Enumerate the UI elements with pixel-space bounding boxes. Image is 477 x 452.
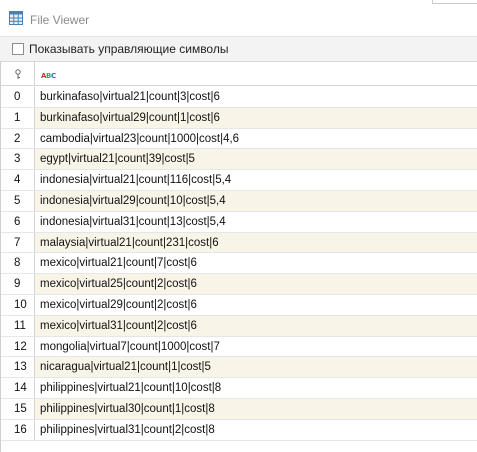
- row-value-cell[interactable]: mexico|virtual29|count|2|cost|6: [40, 295, 197, 315]
- table-row[interactable]: 10 mexico|virtual29|count|2|cost|6: [1, 294, 477, 316]
- row-value-cell[interactable]: cambodia|virtual23|count|1000|cost|4,6: [40, 129, 239, 149]
- key-icon: [15, 69, 21, 79]
- row-index-cell: 0: [1, 87, 35, 107]
- show-control-chars-label[interactable]: Показывать управляющие символы: [29, 42, 228, 56]
- row-value-cell[interactable]: malaysia|virtual21|count|231|cost|6: [40, 233, 219, 253]
- svg-text:C: C: [51, 72, 56, 79]
- row-index-cell: 6: [1, 211, 35, 232]
- row-index-cell: 3: [1, 149, 35, 170]
- row-value-cell[interactable]: philippines|virtual31|count|2|cost|8: [40, 420, 215, 440]
- table-row[interactable]: 3 egypt|virtual21|count|39|cost|5: [1, 149, 477, 171]
- table-row[interactable]: 11 mexico|virtual31|count|2|cost|6: [1, 315, 477, 337]
- table-row[interactable]: 8 mexico|virtual21|count|7|cost|6: [1, 253, 477, 275]
- row-index-cell: 12: [1, 336, 35, 357]
- table-row[interactable]: 5 indonesia|virtual29|count|10|cost|5,4: [1, 190, 477, 212]
- row-value-cell[interactable]: philippines|virtual21|count|10|cost|8: [40, 378, 221, 398]
- row-value-cell[interactable]: nicaragua|virtual21|count|1|cost|5: [40, 357, 211, 377]
- row-index-cell: 1: [1, 107, 35, 128]
- row-index-cell: 8: [1, 253, 35, 274]
- row-index-cell: 11: [1, 315, 35, 336]
- options-bar: Показывать управляющие символы: [0, 37, 477, 62]
- row-index-cell: 10: [1, 294, 35, 315]
- row-index-cell: 2: [1, 128, 35, 149]
- row-value-cell[interactable]: mongolia|virtual7|count|1000|cost|7: [40, 337, 220, 357]
- row-index-cell: 13: [1, 357, 35, 378]
- table-row[interactable]: 16 philippines|virtual31|count|2|cost|8: [1, 419, 477, 441]
- window-corner-divider: [432, 0, 477, 4]
- column-header-index[interactable]: [1, 62, 35, 86]
- table-row[interactable]: 13 nicaragua|virtual21|count|1|cost|5: [1, 357, 477, 379]
- row-index-cell: 15: [1, 398, 35, 419]
- row-value-cell[interactable]: indonesia|virtual31|count|13|cost|5,4: [40, 212, 226, 232]
- row-value-cell[interactable]: egypt|virtual21|count|39|cost|5: [40, 149, 195, 169]
- table-row[interactable]: 7 malaysia|virtual21|count|231|cost|6: [1, 232, 477, 254]
- table-row[interactable]: 9 mexico|virtual25|count|2|cost|6: [1, 274, 477, 295]
- show-control-chars-checkbox[interactable]: [12, 43, 24, 55]
- table-row[interactable]: 6 indonesia|virtual31|count|13|cost|5,4: [1, 211, 477, 233]
- table-row[interactable]: 14 philippines|virtual21|count|10|cost|8: [1, 378, 477, 399]
- window-title: File Viewer: [30, 13, 90, 27]
- row-value-cell[interactable]: burkinafaso|virtual29|count|1|cost|6: [40, 108, 220, 128]
- grid-rows: 0 burkinafaso|virtual21|count|3|cost|6 1 bu…: [1, 87, 477, 441]
- row-value-cell[interactable]: indonesia|virtual21|count|116|cost|5,4: [40, 170, 231, 190]
- row-value-cell[interactable]: indonesia|virtual29|count|10|cost|5,4: [40, 191, 226, 211]
- file-data-grid[interactable]: A B C 0 burkinafaso|virtual21|count|3|cos…: [0, 62, 477, 452]
- row-value-cell[interactable]: mexico|virtual31|count|2|cost|6: [40, 316, 197, 336]
- grid-icon: [8, 10, 24, 26]
- table-row[interactable]: 15 philippines|virtual30|count|1|cost|8: [1, 398, 477, 420]
- row-value-cell[interactable]: burkinafaso|virtual21|count|3|cost|6: [40, 87, 220, 107]
- row-index-cell: 16: [1, 419, 35, 440]
- table-row[interactable]: 0 burkinafaso|virtual21|count|3|cost|6: [1, 87, 477, 108]
- table-row[interactable]: 2 cambodia|virtual23|count|1000|cost|4,6: [1, 128, 477, 150]
- row-index-cell: 9: [1, 274, 35, 294]
- row-index-cell: 5: [1, 190, 35, 211]
- string-type-icon: A B C: [41, 72, 56, 79]
- table-row[interactable]: 1 burkinafaso|virtual29|count|1|cost|6: [1, 107, 477, 129]
- row-value-cell[interactable]: mexico|virtual21|count|7|cost|6: [40, 253, 197, 273]
- row-value-cell[interactable]: mexico|virtual25|count|2|cost|6: [40, 274, 197, 294]
- grid-header: A B C: [1, 62, 477, 86]
- title-bar: File Viewer: [0, 0, 477, 37]
- row-index-cell: 7: [1, 232, 35, 253]
- table-row[interactable]: 12 mongolia|virtual7|count|1000|cost|7: [1, 336, 477, 358]
- row-value-cell[interactable]: philippines|virtual30|count|1|cost|8: [40, 399, 215, 419]
- row-index-cell: 4: [1, 170, 35, 190]
- row-index-cell: 14: [1, 378, 35, 398]
- table-row[interactable]: 4 indonesia|virtual21|count|116|cost|5,4: [1, 170, 477, 191]
